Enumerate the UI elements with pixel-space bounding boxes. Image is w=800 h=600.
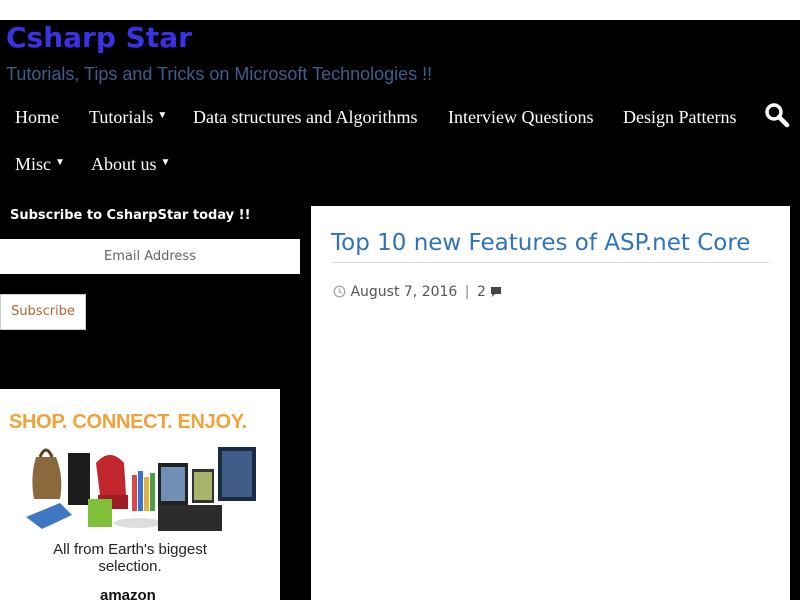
nav-item-interview-questions[interactable]: Interview Questions xyxy=(448,107,593,128)
nav-item-tutorials[interactable]: Tutorials ▼ xyxy=(89,107,167,128)
nav-item-label: Tutorials xyxy=(89,107,154,127)
comment-icon[interactable] xyxy=(490,286,502,298)
email-field[interactable] xyxy=(0,239,300,274)
ad-caption: All from Earth's biggest selection. xyxy=(53,541,207,575)
subscribe-heading: Subscribe to CsharpStar today !! xyxy=(10,208,251,223)
ad-headline: SHOP. CONNECT. ENJOY. xyxy=(9,411,247,433)
top-white-strip xyxy=(0,0,800,20)
nav-item-data-structures[interactable]: Data structures and Algorithms xyxy=(193,107,417,128)
nav-item-label: Interview Questions xyxy=(448,107,594,127)
caret-down-icon: ▼ xyxy=(55,157,65,168)
nav-item-label: Home xyxy=(15,107,59,127)
nav-item-design-patterns[interactable]: Design Patterns xyxy=(623,107,736,128)
site-tagline: Tutorials, Tips and Tricks on Microsoft … xyxy=(6,64,433,84)
page: Csharp Star Tutorials, Tips and Tricks o… xyxy=(0,20,800,600)
post-meta: August 7, 2016 | 2 xyxy=(333,284,502,300)
clock-icon xyxy=(333,285,346,298)
nav-item-about-us[interactable]: About us ▼ xyxy=(91,154,170,175)
meta-separator: | xyxy=(464,284,470,300)
ad-product-image xyxy=(26,447,256,531)
nav-item-home[interactable]: Home xyxy=(15,107,59,128)
nav-item-label: Misc xyxy=(15,154,51,174)
caret-down-icon: ▼ xyxy=(160,157,171,168)
caret-down-icon: ▼ xyxy=(157,110,168,121)
nav-item-label: About us xyxy=(91,154,157,174)
amazon-logo: amazon xyxy=(100,587,156,600)
subscribe-button[interactable]: Subscribe xyxy=(0,294,86,330)
nav-item-label: Data structures and Algorithms xyxy=(193,107,418,127)
content-panel: Top 10 new Features of ASP.net Core Augu… xyxy=(311,206,790,600)
nav-item-label: Design Patterns xyxy=(623,107,737,127)
comment-count[interactable]: 2 xyxy=(477,284,486,300)
post-title[interactable]: Top 10 new Features of ASP.net Core xyxy=(331,226,769,263)
search-icon[interactable] xyxy=(764,102,790,128)
site-title[interactable]: Csharp Star xyxy=(6,20,192,56)
nav-item-misc[interactable]: Misc ▼ xyxy=(15,154,65,175)
ad-banner[interactable]: SHOP. CONNECT. ENJOY. All from Earth's b… xyxy=(0,389,280,600)
post-date[interactable]: August 7, 2016 xyxy=(350,284,457,300)
